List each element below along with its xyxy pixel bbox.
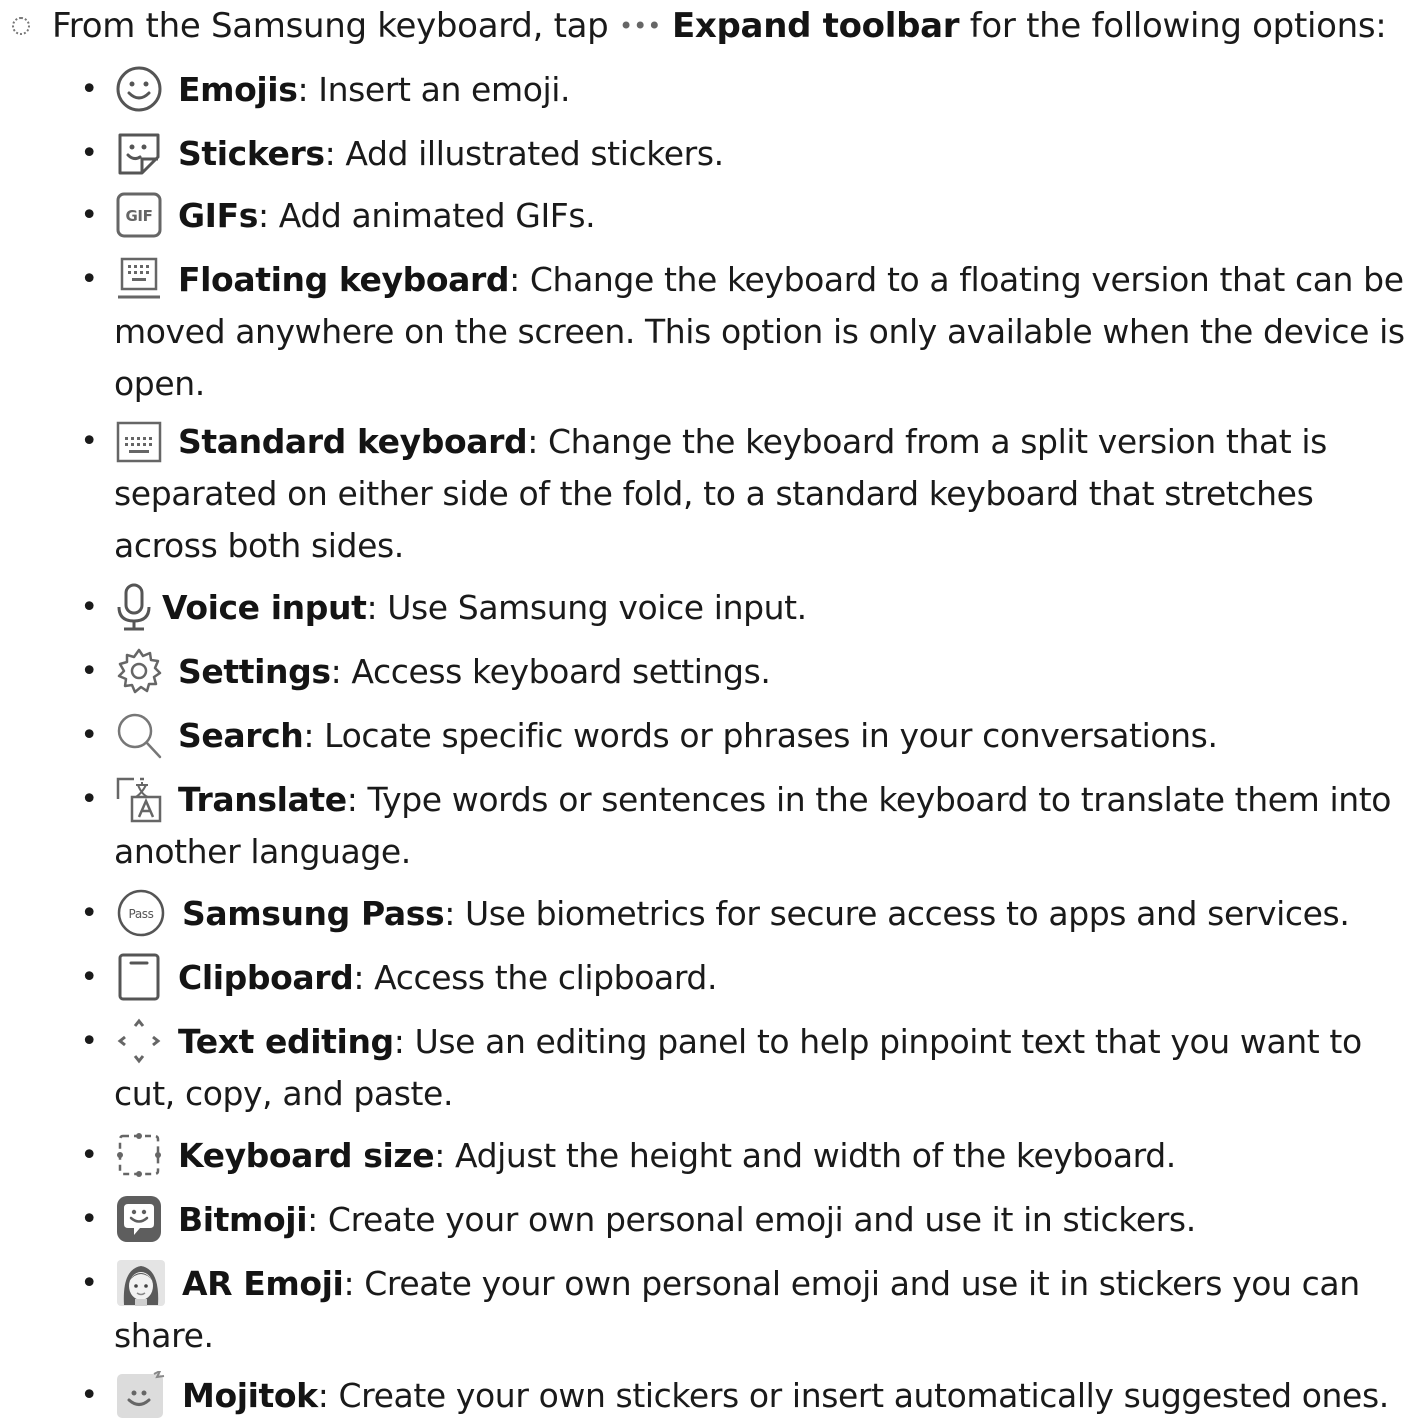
bullet: •	[80, 1266, 98, 1301]
samsung-pass-icon: Pass	[114, 889, 168, 937]
keyboard-size-icon	[114, 1131, 164, 1179]
option-desc: : Add animated GIFs.	[257, 196, 596, 235]
intro-line: From the Samsung keyboard, tap ••• Expan…	[0, 0, 1420, 52]
option-label: Stickers	[178, 134, 325, 173]
option-desc: : Access keyboard settings.	[330, 652, 771, 691]
bullet: •	[80, 198, 98, 233]
option-label: Voice input	[162, 588, 367, 627]
gif-icon: GIF	[114, 191, 164, 239]
floating-keyboard-icon	[114, 255, 164, 303]
mojitok-icon	[114, 1370, 168, 1419]
bullet: •	[80, 1138, 98, 1173]
bullet: •	[80, 782, 98, 817]
standard-keyboard-icon	[114, 417, 164, 465]
option-label: Clipboard	[178, 958, 354, 997]
bullet: •	[80, 654, 98, 689]
option-label: Settings	[178, 652, 331, 691]
bullet: •	[80, 718, 98, 753]
sticker-icon	[114, 129, 164, 177]
option-desc: : Use Samsung voice input.	[366, 588, 807, 627]
option-label: Floating keyboard	[178, 260, 510, 299]
bullet: •	[80, 424, 98, 459]
text-editing-icon	[114, 1017, 164, 1065]
option-label: Translate	[178, 780, 347, 819]
option-label: Keyboard size	[178, 1136, 435, 1175]
option-label: Mojitok	[182, 1376, 318, 1415]
option-desc: : Adjust the height and width of the key…	[434, 1136, 1176, 1175]
option-label: Bitmoji	[178, 1200, 308, 1239]
option-desc: : Insert an emoji.	[297, 70, 571, 109]
option-label: Emojis	[178, 70, 298, 109]
bullet: •	[80, 136, 98, 171]
option-label: GIFs	[178, 196, 258, 235]
option-desc: : Locate specific words or phrases in yo…	[303, 716, 1218, 755]
option-label: AR Emoji	[182, 1264, 344, 1303]
option-label: Samsung Pass	[182, 894, 445, 933]
bullet: •	[80, 590, 98, 625]
gear-icon	[114, 647, 164, 695]
expand-toolbar-label: Expand toolbar	[671, 6, 960, 46]
option-desc: : Access the clipboard.	[353, 958, 718, 997]
option-label: Text editing	[178, 1022, 394, 1061]
option-desc: : Use biometrics for secure access to ap…	[444, 894, 1350, 933]
search-icon	[114, 711, 164, 759]
option-desc: : Create your own stickers or insert aut…	[317, 1376, 1390, 1415]
intro-prefix: From the Samsung keyboard, tap	[52, 6, 619, 46]
bitmoji-icon	[114, 1195, 164, 1243]
bullet: •	[80, 72, 98, 107]
clipboard-icon	[114, 953, 164, 1001]
step-circle-icon	[12, 16, 30, 35]
bullet: •	[80, 960, 98, 995]
gif-icon-text: GIF	[126, 207, 153, 225]
more-options-icon: •••	[618, 12, 662, 40]
option-label: Search	[178, 716, 304, 755]
samsung-pass-icon-text: Pass	[129, 907, 154, 921]
bullet: •	[80, 262, 98, 297]
translate-icon	[114, 775, 164, 823]
emoji-icon	[114, 65, 164, 113]
option-desc: : Create your own personal emoji and use…	[307, 1200, 1196, 1239]
ar-emoji-icon	[114, 1259, 168, 1307]
microphone-icon	[114, 583, 154, 631]
option-label: Standard keyboard	[178, 422, 528, 461]
intro-suffix: for the following options:	[959, 6, 1387, 46]
bullet: •	[80, 1024, 98, 1059]
bullet: •	[80, 1202, 98, 1237]
option-desc: : Add illustrated stickers.	[324, 134, 725, 173]
bullet: •	[80, 1378, 98, 1413]
bullet: •	[80, 896, 98, 931]
